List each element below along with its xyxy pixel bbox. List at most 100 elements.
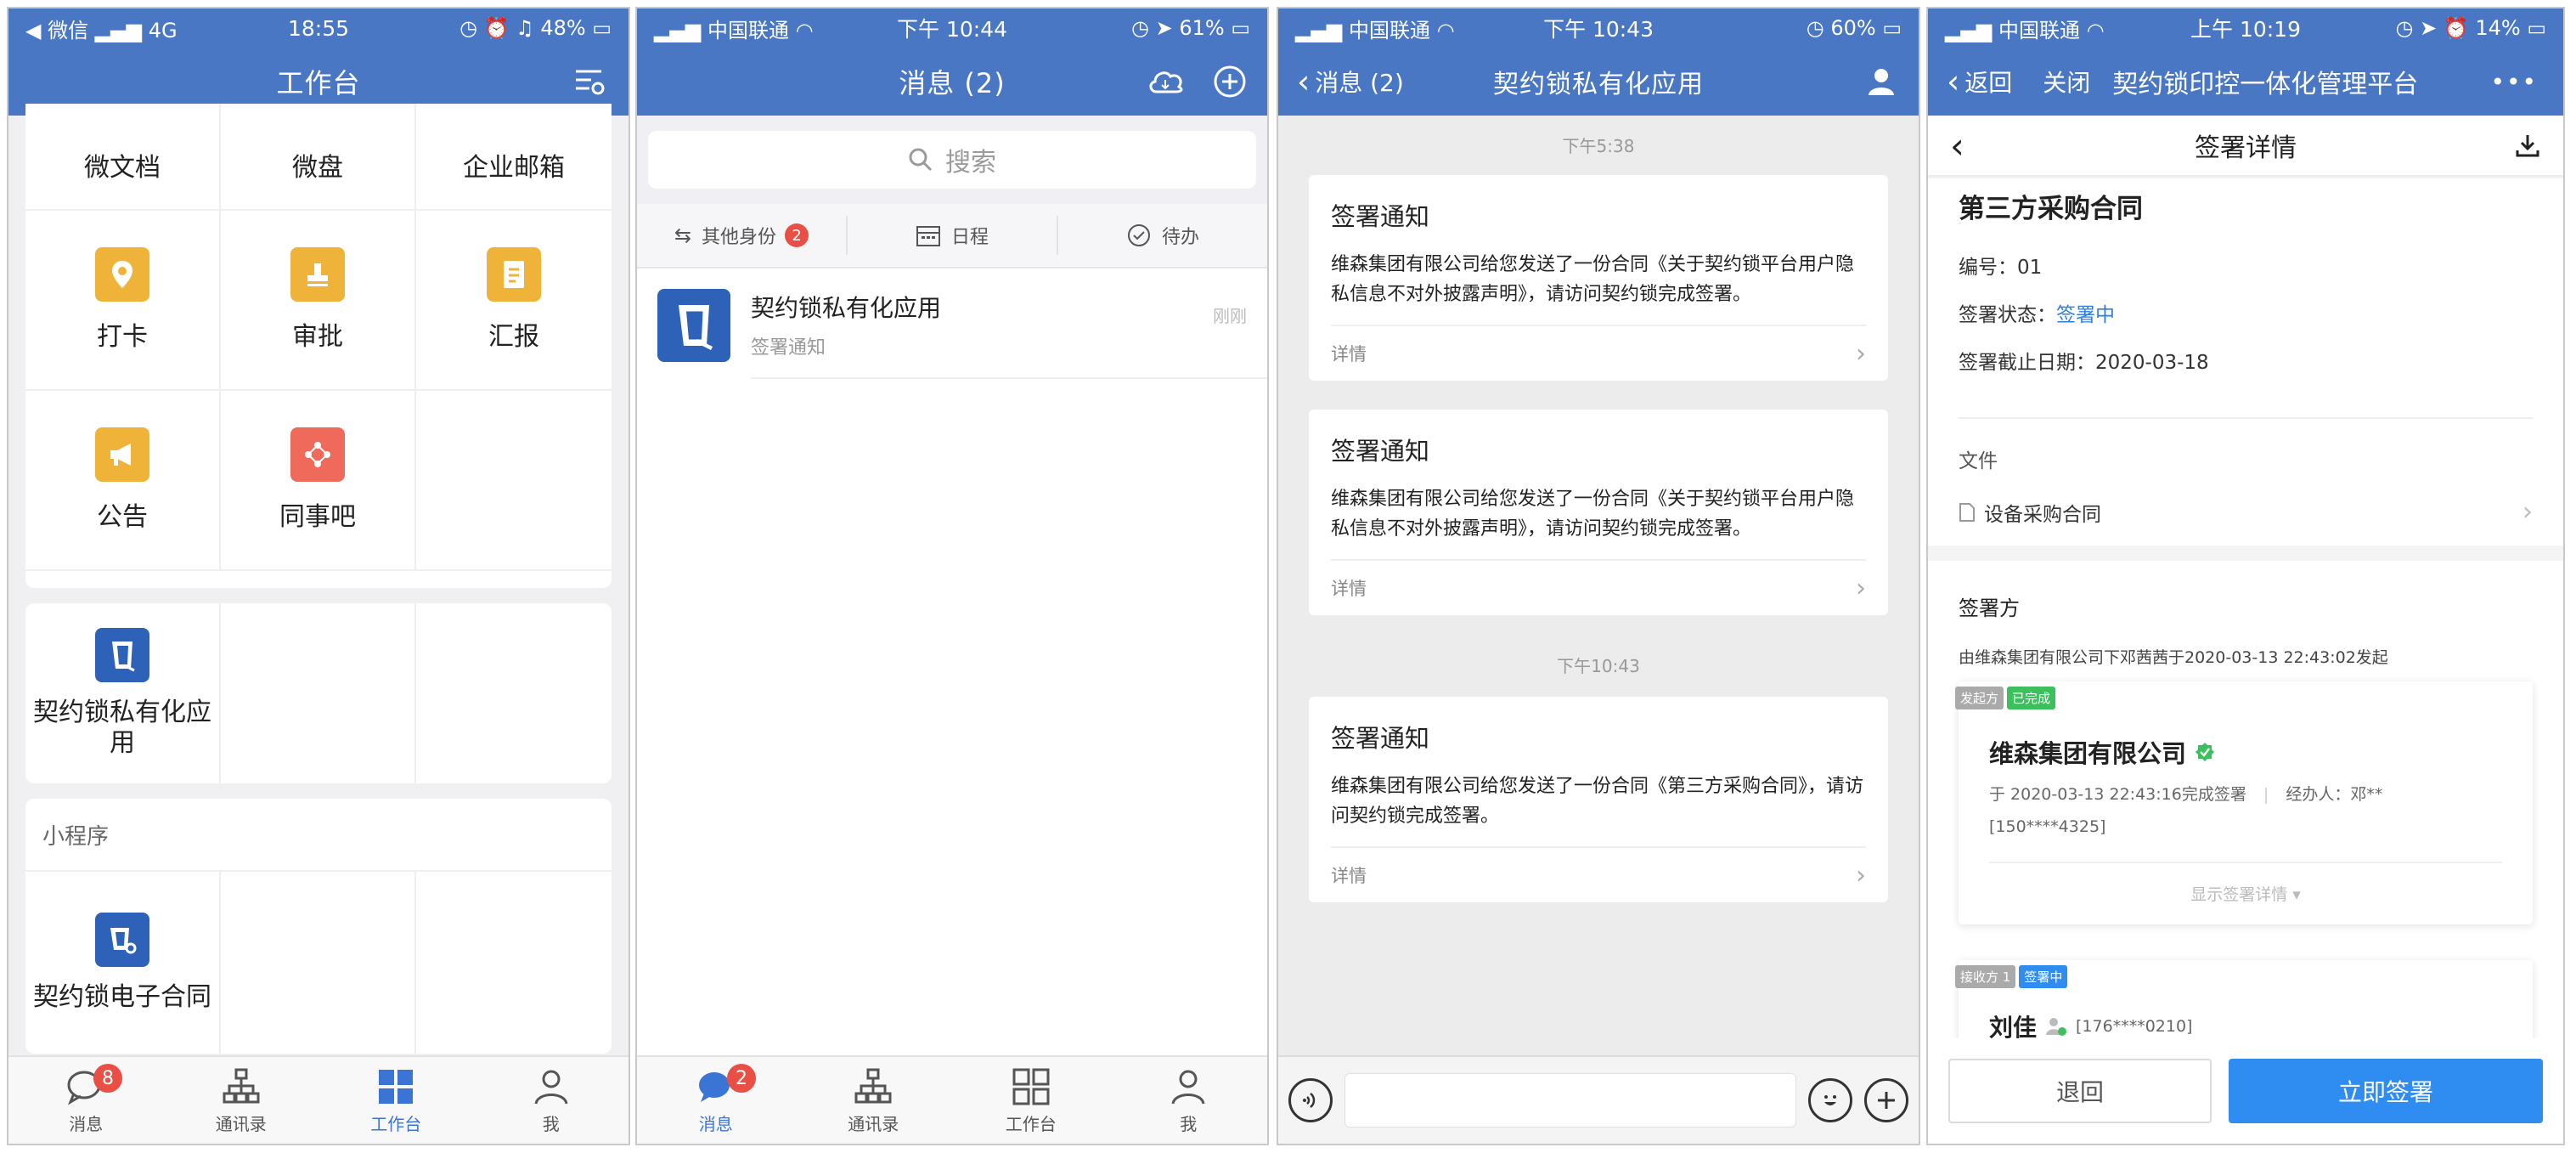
notification-card[interactable]: 签署通知 维森集团有限公司给您发送了一份合同《关于契约锁平台用户隐私信息不对外披… (1309, 410, 1888, 616)
notification-card[interactable]: 签署通知 维森集团有限公司给您发送了一份合同《第三方采购合同》，请访问契约锁完成… (1309, 697, 1888, 903)
wifi-icon: ◠ (795, 18, 814, 42)
app-report[interactable]: 汇报 (416, 211, 612, 391)
chat-input[interactable] (1344, 1073, 1796, 1128)
app-qiyuesuo-private[interactable]: 契约锁私有化应用 (25, 603, 221, 783)
status-bar: ▂▄▆ 中国联通 ◠ 下午 10:44 ◷ ➤ 61% ▭ (637, 8, 1267, 48)
back-button[interactable]: ‹ 返回 (1947, 63, 2012, 100)
tab-workbench[interactable]: 工作台 (952, 1057, 1110, 1144)
chat-input-bar (1278, 1055, 1919, 1144)
phone-messages: ▂▄▆ 中国联通 ◠ 下午 10:44 ◷ ➤ 61% ▭ 消息 (2) 搜索 … (635, 7, 1269, 1145)
qiyuesuo-logo-icon (95, 628, 149, 682)
back-label: 返回 (1964, 69, 2013, 97)
page-title: 契约锁印控一体化管理平台 (2112, 70, 2419, 99)
grid-icon (379, 1069, 414, 1104)
app-label: 微盘 (292, 153, 343, 183)
app-colleague[interactable]: 同事吧 (221, 391, 416, 571)
sign-status: 签署中 (2056, 304, 2115, 326)
app-approval[interactable]: 审批 (221, 211, 416, 391)
person-icon (534, 1070, 568, 1105)
status-bar: ▂▄▆ 中国联通 ◠ 下午 10:43 ◷ 60% ▭ (1278, 8, 1919, 48)
chevron-right-icon: › (1856, 573, 1866, 603)
timestamp: 下午10:43 (1557, 656, 1640, 676)
app-label: 打卡 (97, 322, 148, 352)
phone-chat: ▂▄▆ 中国联通 ◠ 下午 10:43 ◷ 60% ▭ ‹ 消息 (2) 契约锁… (1277, 7, 1920, 1145)
tab-me[interactable]: 我 (474, 1057, 629, 1144)
tab-messages[interactable]: 消息 2 (637, 1057, 795, 1144)
signers-title: 签署方 (1959, 596, 2020, 620)
tab-workbench[interactable]: 工作台 (318, 1057, 474, 1144)
app-qiyuesuo-contract[interactable]: 契约锁电子合同 (25, 872, 221, 1054)
status-icons: ◷ ⏰ ♫ (459, 16, 541, 40)
status-carrier: 中国联通 (1349, 18, 1430, 42)
report-icon (487, 247, 541, 302)
tab-contacts[interactable]: 通讯录 (164, 1057, 319, 1144)
app-grid: 微文档 微盘 企业邮箱 打卡 审批 汇报 公告 同事吧 (25, 104, 612, 588)
signal-icon: ▂▄▆ (94, 18, 143, 42)
app-mail[interactable]: 企业邮箱 (416, 104, 612, 211)
filter-identity[interactable]: ⇆ 其他身份 2 (637, 216, 848, 255)
caret-down-icon: ▾ (2292, 885, 2301, 904)
stamp-icon (290, 247, 345, 302)
app-label: 微文档 (84, 153, 161, 183)
share-icon (290, 427, 345, 482)
custom-app-card: 契约锁私有化应用 (25, 603, 612, 783)
page-title: 工作台 (276, 67, 361, 99)
qiyuesuo-logo-icon (657, 289, 730, 362)
filter-label: 待办 (1161, 227, 1199, 248)
state-tag: 已完成 (2007, 687, 2056, 709)
action-bar: 退回 立即签署 (1928, 1038, 2563, 1144)
section-title: 小程序 (25, 799, 612, 872)
chevron-right-icon: › (2522, 497, 2533, 527)
card-title: 签署通知 (1331, 437, 1430, 466)
filter-schedule[interactable]: 日程 (848, 216, 1058, 255)
app-checkin[interactable]: 打卡 (25, 211, 221, 391)
cloud-icon[interactable] (1147, 48, 1186, 116)
app-label: 汇报 (488, 322, 539, 352)
detail-label: 详情 (1331, 579, 1367, 600)
status-left: ◀ 微信 (25, 18, 95, 42)
status-battery: 14% (2475, 16, 2521, 40)
app-drive[interactable]: 微盘 (221, 104, 416, 211)
app-notice[interactable]: 公告 (25, 391, 221, 571)
app-label: 公告 (97, 502, 148, 532)
more-icon[interactable]: ••• (2490, 68, 2538, 96)
tab-contacts[interactable]: 通讯录 (795, 1057, 953, 1144)
card-detail-link[interactable]: 详情 › (1331, 846, 1866, 902)
qiyuesuo-contract-logo-icon (95, 913, 149, 967)
org-chart-icon (223, 1068, 260, 1103)
download-icon[interactable] (2514, 132, 2541, 159)
search-placeholder: 搜索 (945, 148, 996, 178)
return-button[interactable]: 退回 (1948, 1059, 2212, 1123)
app-label: 审批 (292, 322, 343, 352)
notification-card[interactable]: 签署通知 维森集团有限公司给您发送了一份合同《关于契约锁平台用户隐私信息不对外披… (1309, 175, 1888, 382)
chevron-left-icon[interactable]: ‹ (1950, 125, 1964, 167)
close-button[interactable]: 关闭 (2043, 65, 2090, 99)
voice-icon[interactable] (1288, 1078, 1333, 1122)
signal-icon: ▂▄▆ (654, 18, 707, 42)
add-icon[interactable] (1864, 1078, 1908, 1122)
search-input[interactable]: 搜索 (648, 131, 1256, 189)
tab-messages[interactable]: 消息 8 (8, 1057, 164, 1144)
card-detail-link[interactable]: 详情 › (1331, 325, 1866, 381)
identity-badge: 2 (785, 223, 809, 247)
add-circle-icon[interactable] (1213, 48, 1247, 116)
file-row[interactable]: 设备采购合同 › (1959, 497, 2533, 527)
tab-me[interactable]: 我 (1110, 1057, 1268, 1144)
status-bar: ▂▄▆ 中国联通 ◠ 上午 10:19 ◷ ➤ ⏰ 14% ▭ (1928, 8, 2563, 48)
filter-bar: ⇆ 其他身份 2 日程 待办 (637, 204, 1267, 268)
message-row[interactable]: 契约锁私有化应用 签署通知 刚刚 (637, 272, 1267, 379)
card-title: 签署通知 (1331, 724, 1430, 753)
navbar: ‹ 返回 关闭 契约锁印控一体化管理平台 ••• (1928, 48, 2563, 116)
state-tag: 签署中 (2019, 965, 2068, 988)
profile-icon[interactable] (1866, 48, 1897, 116)
app-doc[interactable]: 微文档 (25, 104, 221, 211)
sign-now-button[interactable]: 立即签署 (2229, 1059, 2543, 1123)
app-label: 契约锁电子合同 (33, 982, 211, 1012)
show-detail-toggle[interactable]: 显示签署详情 ▾ (1959, 882, 2533, 905)
wifi-icon: ◠ (1436, 18, 1455, 42)
status-icons: ◷ (1806, 16, 1831, 40)
back-button[interactable]: ‹ 消息 (2) (1297, 48, 1404, 116)
card-detail-link[interactable]: 详情 › (1331, 559, 1866, 615)
emoji-icon[interactable] (1808, 1078, 1852, 1122)
filter-todo[interactable]: 待办 (1058, 216, 1267, 255)
